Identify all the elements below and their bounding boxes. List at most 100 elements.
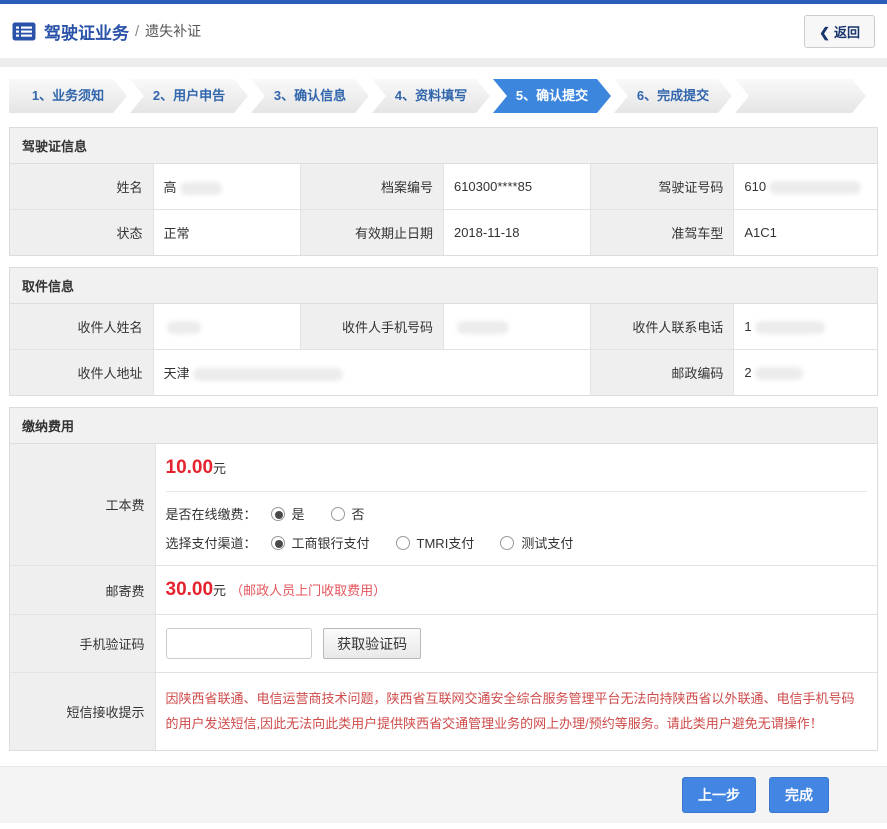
radio-button-icon[interactable] [500,536,514,550]
redacted-value [755,321,825,334]
license-info-section: 驾驶证信息 姓名 高 档案编号 610300****85 驾驶证号码 610 状… [9,127,878,256]
list-document-icon [12,22,36,41]
field-value-expiry-date: 2018-11-18 [443,210,590,256]
step-1-business-notice[interactable]: 1、业务须知 [9,79,127,113]
field-value-name: 高 [153,164,300,210]
redacted-value [755,367,803,380]
redacted-value [193,368,343,381]
pickup-info-table: 收件人姓名 收件人手机号码 收件人联系电话 1 收件人地址 天津 邮政编码 2 [10,304,877,395]
field-value-postal-code: 2 [734,350,877,396]
radio-button-icon[interactable] [271,507,285,521]
table-row: 收件人姓名 收件人手机号码 收件人联系电话 1 [10,304,877,350]
field-label-archive-no: 档案编号 [300,164,443,210]
field-label-card-fee: 工本费 [10,444,155,566]
post-fee-amount: 30.00 [166,579,214,600]
field-label-name: 姓名 [10,164,153,210]
radio-button-icon[interactable] [331,507,345,521]
step-6-complete-submit[interactable]: 6、完成提交 [614,79,732,113]
field-label-status: 状态 [10,210,153,256]
table-row: 状态 正常 有效期止日期 2018-11-18 准驾车型 A1C1 [10,210,877,256]
sms-notice-text: 因陕西省联通、电信运营商技术问题，陕西省互联网交通安全综合服务管理平台无法向持陕… [166,686,868,737]
radio-label-icbc: 工商银行支付 [292,533,370,552]
finish-button[interactable]: 完成 [769,777,829,813]
field-label-recipient-name: 收件人姓名 [10,304,153,350]
table-row: 短信接收提示 因陕西省联通、电信运营商技术问题，陕西省互联网交通安全综合服务管理… [10,673,877,750]
bottom-strip [0,823,887,829]
redacted-value [457,321,509,334]
license-info-title: 驾驶证信息 [10,128,877,164]
field-value-vehicle-class: A1C1 [734,210,877,256]
step-navigation: 1、业务须知 2、用户申告 3、确认信息 4、资料填写 5、确认提交 6、完成提… [9,79,878,113]
field-label-recipient-mobile: 收件人手机号码 [300,304,443,350]
online-payment-label: 是否在线缴费： [166,504,257,523]
back-button-label: 返回 [834,25,860,40]
card-fee-amount: 10.00 [166,457,214,478]
page-header: 驾驶证业务 / 遗失补证 ❮ 返回 [0,4,887,58]
page-title: 驾驶证业务 [44,19,129,44]
step-filler-arrow [735,79,866,113]
field-value-recipient-mobile [443,304,590,350]
payment-table: 工本费 10.00元 是否在线缴费： 是 否 [10,444,877,750]
main-content: 1、业务须知 2、用户申告 3、确认信息 4、资料填写 5、确认提交 6、完成提… [0,67,887,766]
payment-section: 缴纳费用 工本费 10.00元 是否在线缴费： 是 [9,407,878,751]
breadcrumb-separator: / [135,23,139,40]
step-2-user-declaration[interactable]: 2、用户申告 [130,79,248,113]
header-divider [0,58,887,67]
step-5-confirm-submit[interactable]: 5、确认提交 [493,79,611,113]
field-label-postal-code: 邮政编码 [591,350,734,396]
divider [166,491,868,492]
radio-label-no: 否 [352,504,365,523]
post-fee-unit: 元 [213,583,226,598]
radio-option-no[interactable]: 否 [331,504,365,523]
radio-label-test-pay: 测试支付 [521,533,573,552]
field-label-post-fee: 邮寄费 [10,566,155,615]
radio-label-tmri: TMRI支付 [417,533,475,552]
radio-label-yes: 是 [292,504,305,523]
table-row: 邮寄费 30.00元 （邮政人员上门收取费用） [10,566,877,615]
payment-channel-question: 选择支付渠道： 工商银行支付 TMRI支付 测试支付 [166,533,868,552]
previous-step-button[interactable]: 上一步 [682,777,756,813]
step-4-fill-data[interactable]: 4、资料填写 [372,79,490,113]
radio-option-icbc[interactable]: 工商银行支付 [271,533,370,552]
payment-channel-label: 选择支付渠道： [166,533,257,552]
radio-option-test-pay[interactable]: 测试支付 [500,533,573,552]
pickup-info-title: 取件信息 [10,268,877,304]
table-row: 手机验证码 获取验证码 [10,615,877,673]
radio-option-tmri[interactable]: TMRI支付 [396,533,475,552]
breadcrumb-current: 遗失补证 [145,21,201,41]
redacted-value [769,181,861,194]
sms-code-cell: 获取验证码 [155,615,877,673]
field-label-recipient-address: 收件人地址 [10,350,153,396]
sms-notice-cell: 因陕西省联通、电信运营商技术问题，陕西省互联网交通安全综合服务管理平台无法向持陕… [155,673,877,750]
card-fee-cell: 10.00元 是否在线缴费： 是 否 [155,444,877,566]
table-row: 姓名 高 档案编号 610300****85 驾驶证号码 610 [10,164,877,210]
back-button[interactable]: ❮ 返回 [804,15,875,48]
chevron-left-icon: ❮ [819,25,830,40]
field-label-recipient-phone: 收件人联系电话 [591,304,734,350]
pickup-info-section: 取件信息 收件人姓名 收件人手机号码 收件人联系电话 1 收件人地址 天津 邮政… [9,267,878,396]
field-label-vehicle-class: 准驾车型 [591,210,734,256]
field-value-license-no: 610 [734,164,877,210]
radio-option-yes[interactable]: 是 [271,504,305,523]
field-value-recipient-address: 天津 [153,350,591,396]
field-value-recipient-phone: 1 [734,304,877,350]
redacted-value [167,321,201,334]
field-label-expiry-date: 有效期止日期 [300,210,443,256]
field-label-sms-code: 手机验证码 [10,615,155,673]
field-value-status: 正常 [153,210,300,256]
payment-title: 缴纳费用 [10,408,877,444]
radio-button-icon[interactable] [271,536,285,550]
license-info-table: 姓名 高 档案编号 610300****85 驾驶证号码 610 状态 正常 有… [10,164,877,255]
get-sms-code-button[interactable]: 获取验证码 [323,628,421,659]
table-row: 收件人地址 天津 邮政编码 2 [10,350,877,396]
redacted-value [180,182,222,195]
radio-button-icon[interactable] [396,536,410,550]
sms-code-input[interactable] [166,628,312,659]
step-3-confirm-info[interactable]: 3、确认信息 [251,79,369,113]
footer-action-bar: 上一步 完成 [0,766,887,823]
field-label-sms-notice: 短信接收提示 [10,673,155,750]
post-fee-note: （邮政人员上门收取费用） [230,583,386,598]
field-value-recipient-name [153,304,300,350]
field-label-license-no: 驾驶证号码 [591,164,734,210]
card-fee-unit: 元 [213,461,226,476]
